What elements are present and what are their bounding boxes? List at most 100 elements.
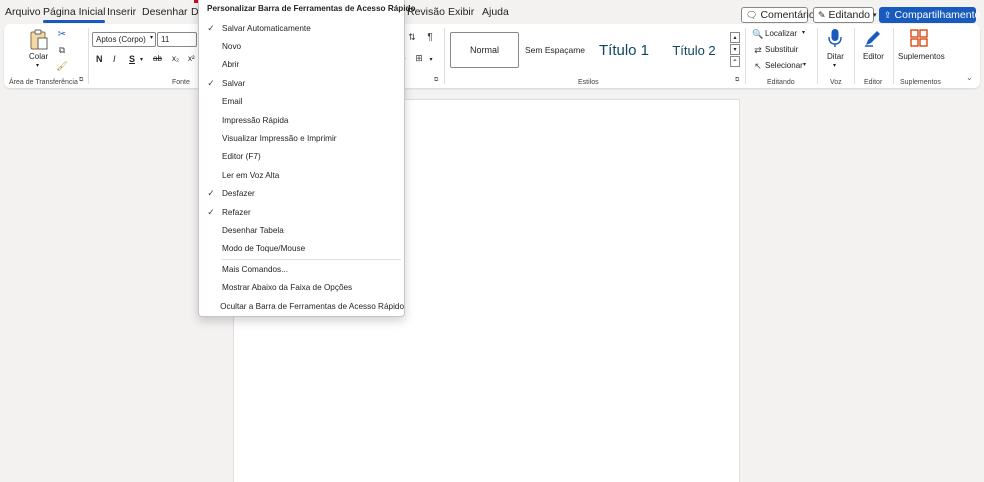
- subscript-button[interactable]: x₂: [172, 54, 179, 63]
- addins-grid-icon[interactable]: [909, 28, 929, 48]
- superscript-button[interactable]: x²: [188, 54, 195, 63]
- strikethrough-button[interactable]: ab: [153, 54, 162, 63]
- voice-group-label: Voz: [830, 79, 842, 86]
- menu-item-label: Refazer: [222, 207, 251, 217]
- paragraph-launcher-icon[interactable]: ⧉: [434, 77, 438, 84]
- pilcrow-icon[interactable]: ¶: [424, 30, 436, 44]
- editor-pen-icon[interactable]: [862, 27, 884, 49]
- menu-item[interactable]: ✓ Salvar Automaticamente: [200, 19, 404, 37]
- menu-item[interactable]: Ler em Voz Alta: [200, 166, 404, 184]
- menu-item[interactable]: Abrir: [200, 56, 404, 74]
- menu-item-label: Abrir: [222, 60, 240, 70]
- menu-item[interactable]: Email: [200, 93, 404, 111]
- styles-more-button[interactable]: ⩡: [730, 56, 740, 67]
- menu-item-label: Mais Comandos...: [222, 264, 288, 274]
- menu-item[interactable]: Modo de Toque/Mouse: [200, 240, 404, 258]
- search-icon[interactable]: 🔍: [752, 28, 764, 40]
- menu-item[interactable]: ✓ Salvar: [200, 74, 404, 92]
- tab-exibir[interactable]: Exibir: [448, 6, 474, 18]
- chevron-down-icon[interactable]: ▾: [803, 61, 806, 68]
- menu-item[interactable]: Novo: [200, 37, 404, 55]
- format-painter-icon[interactable]: 🖌: [56, 60, 68, 72]
- share-button[interactable]: ⇪ Compartilhamento ▾: [879, 7, 984, 23]
- menu-item-label: Desfazer: [222, 189, 255, 199]
- menu-item[interactable]: Impressão Rápida: [200, 111, 404, 129]
- menu-item[interactable]: Visualizar Impressão e Imprimir: [200, 129, 404, 147]
- chevron-down-icon[interactable]: ▾: [140, 56, 143, 63]
- menu-item[interactable]: ✓ Refazer: [200, 203, 404, 221]
- replace-label[interactable]: Substituir: [765, 45, 798, 54]
- chevron-down-icon[interactable]: ▾: [150, 34, 153, 41]
- chevron-down-icon[interactable]: ▾: [36, 62, 39, 69]
- addins-label[interactable]: Suplementos: [898, 52, 945, 61]
- qat-customize-menu: Personalizar Barra de Ferramentas de Ace…: [198, 0, 416, 317]
- tab-ajuda[interactable]: Ajuda: [482, 6, 509, 18]
- clipboard-launcher-icon[interactable]: ⧉: [79, 77, 83, 84]
- menu-item[interactable]: Ocultar a Barra de Ferramentas de Acesso…: [200, 297, 404, 315]
- share-label: Compartilhamento: [894, 9, 981, 21]
- menu-item-label: Salvar Automaticamente: [222, 23, 311, 33]
- styles-launcher-icon[interactable]: ⧉: [735, 77, 739, 84]
- comments-button[interactable]: 🗨 Comentários: [741, 7, 820, 23]
- menu-item[interactable]: Mostrar Abaixo da Faixa de Opções: [200, 279, 404, 297]
- chevron-down-icon: ▾: [733, 47, 737, 53]
- editing-label: Editando: [828, 9, 870, 21]
- chevron-down-icon: ▾: [873, 12, 877, 19]
- select-label[interactable]: Selecionar: [765, 61, 803, 70]
- styles-scroll-down-button[interactable]: ▾: [730, 44, 740, 55]
- clipboard-group-label: Área de Transferência: [9, 79, 78, 86]
- menu-item-label: Ler em Voz Alta: [222, 170, 280, 180]
- style-heading-1[interactable]: Título 1: [592, 32, 656, 68]
- group-divider: [817, 28, 818, 84]
- style-no-spacing-label: Sem Espaçame: [525, 45, 585, 55]
- menu-title: Personalizar Barra de Ferramentas de Ace…: [207, 4, 416, 13]
- style-heading-2[interactable]: Título 2: [660, 32, 728, 68]
- menu-item[interactable]: Desenhar Tabela: [200, 221, 404, 239]
- menu-item[interactable]: ✓ Desfazer: [200, 185, 404, 203]
- menu-item-label: Mostrar Abaixo da Faixa de Opções: [222, 283, 353, 293]
- style-normal[interactable]: Normal: [450, 32, 519, 68]
- underline-button[interactable]: S: [129, 54, 135, 64]
- chevron-down-icon[interactable]: ▾: [833, 62, 836, 69]
- menu-item-label: Desenhar Tabela: [222, 225, 284, 235]
- font-size-combo[interactable]: 11: [157, 32, 197, 47]
- tab-arquivo[interactable]: Arquivo: [5, 6, 41, 18]
- style-no-spacing[interactable]: Sem Espaçame: [520, 32, 590, 68]
- collapse-ribbon-chevron-icon[interactable]: ⌄: [966, 73, 973, 82]
- paste-icon[interactable]: [28, 28, 50, 52]
- editor-label[interactable]: Editor: [863, 52, 884, 61]
- dictate-label[interactable]: Ditar: [827, 52, 844, 61]
- tab-inserir[interactable]: Inserir: [107, 6, 136, 18]
- menu-item[interactable]: Editor (F7): [200, 148, 404, 166]
- font-group-label: Fonte: [172, 79, 190, 86]
- comments-label: Comentários: [760, 9, 820, 21]
- style-normal-label: Normal: [469, 45, 499, 55]
- replace-icon[interactable]: ⇄: [752, 44, 764, 56]
- styles-scroll-up-button[interactable]: ▴: [730, 32, 740, 43]
- microphone-icon[interactable]: [826, 27, 844, 49]
- font-name-value: Aptos (Corpo): [96, 35, 146, 44]
- sort-icon[interactable]: ⇅: [406, 30, 418, 44]
- group-divider: [444, 28, 445, 84]
- select-cursor-icon[interactable]: ↖: [752, 60, 764, 72]
- pencil-icon: ✎: [818, 9, 826, 20]
- tab-pagina-inicial[interactable]: Página Inicial: [43, 6, 106, 23]
- comment-icon: 🗨: [746, 9, 758, 20]
- tab-desenhar[interactable]: Desenhar: [142, 6, 188, 18]
- font-name-combo[interactable]: Aptos (Corpo): [92, 32, 156, 47]
- italic-button[interactable]: I: [113, 54, 116, 64]
- chevron-down-icon[interactable]: ▾: [427, 53, 435, 65]
- bold-button[interactable]: N: [96, 54, 103, 64]
- chevron-down-icon[interactable]: ▾: [802, 29, 805, 36]
- editing-mode-button[interactable]: ✎ Editando ▾: [813, 7, 877, 23]
- menu-item[interactable]: Mais Comandos...: [200, 260, 404, 278]
- find-label[interactable]: Localizar: [765, 29, 797, 38]
- checkmark-icon: ✓: [207, 188, 215, 199]
- group-divider: [893, 28, 894, 84]
- ribbon-tab-bar: Arquivo Página Inicial Inserir Desenhar …: [0, 0, 984, 24]
- copy-icon[interactable]: ⧉: [56, 44, 68, 56]
- borders-icon[interactable]: ⊞: [413, 52, 425, 64]
- paste-label[interactable]: Colar: [29, 52, 48, 61]
- cut-icon[interactable]: ✂: [56, 28, 68, 40]
- menu-item-label: Editor (F7): [222, 152, 261, 162]
